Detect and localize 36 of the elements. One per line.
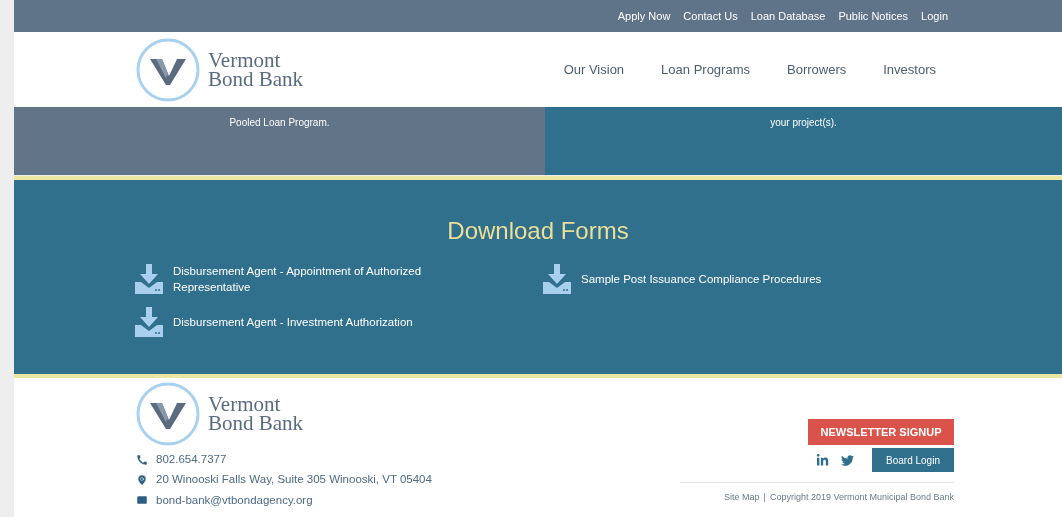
download-link[interactable]: Sample Post Issuance Compliance Procedures xyxy=(543,263,941,295)
logo-text: Bond Bank xyxy=(208,414,304,433)
hero-text: Pooled Loan Program. xyxy=(229,116,330,130)
top-link[interactable]: Public Notices xyxy=(838,7,909,25)
top-link[interactable]: Login xyxy=(921,7,948,25)
top-link[interactable]: Loan Database xyxy=(750,7,826,25)
logo-icon xyxy=(136,37,200,102)
twitter-icon[interactable] xyxy=(841,453,854,467)
top-link[interactable]: Contact Us xyxy=(683,7,738,25)
section-title: Download Forms xyxy=(446,216,630,246)
board-login-button[interactable]: Board Login xyxy=(872,448,954,472)
logo-text: Bond Bank xyxy=(208,69,304,89)
linkedin-icon[interactable] xyxy=(816,453,829,467)
nav-link[interactable]: Our Vision xyxy=(563,59,625,80)
top-link[interactable]: Apply Now xyxy=(617,7,671,25)
nav-link[interactable]: Loan Programs xyxy=(661,59,750,80)
contact-text: bond-bank@vtbondagency.org xyxy=(156,492,313,508)
contact-text: 20 Winooski Falls Way, Suite 305 Winooski, VT 05404 xyxy=(156,472,432,488)
phone-icon xyxy=(136,453,148,466)
copyright-text: Copyright 2019 Vermont Municipal Bond Bank xyxy=(769,491,954,504)
nav-link[interactable]: Borrowers xyxy=(787,59,847,80)
download-link[interactable]: Disbursement Agent - Investment Authorization xyxy=(135,307,533,337)
download-link[interactable]: Disbursement Agent - Appointment of Authorized Representative xyxy=(135,263,533,295)
nav-link[interactable]: Investors xyxy=(883,59,936,80)
download-icon xyxy=(543,264,571,294)
logo-text: Vermont xyxy=(208,395,282,414)
logo-text: Vermont xyxy=(208,50,282,70)
contact-text: 802.654.7377 xyxy=(156,452,227,467)
newsletter-signup-button[interactable]: NEWSLETTER SIGNUP xyxy=(808,419,954,445)
separator: | xyxy=(763,491,766,504)
address-icon xyxy=(136,473,148,486)
download-icon xyxy=(135,307,163,337)
download-icon xyxy=(135,264,163,294)
site-map-link[interactable]: Site Map xyxy=(724,491,760,505)
hero-text: your project(s). xyxy=(770,116,837,130)
logo-icon xyxy=(136,382,200,446)
